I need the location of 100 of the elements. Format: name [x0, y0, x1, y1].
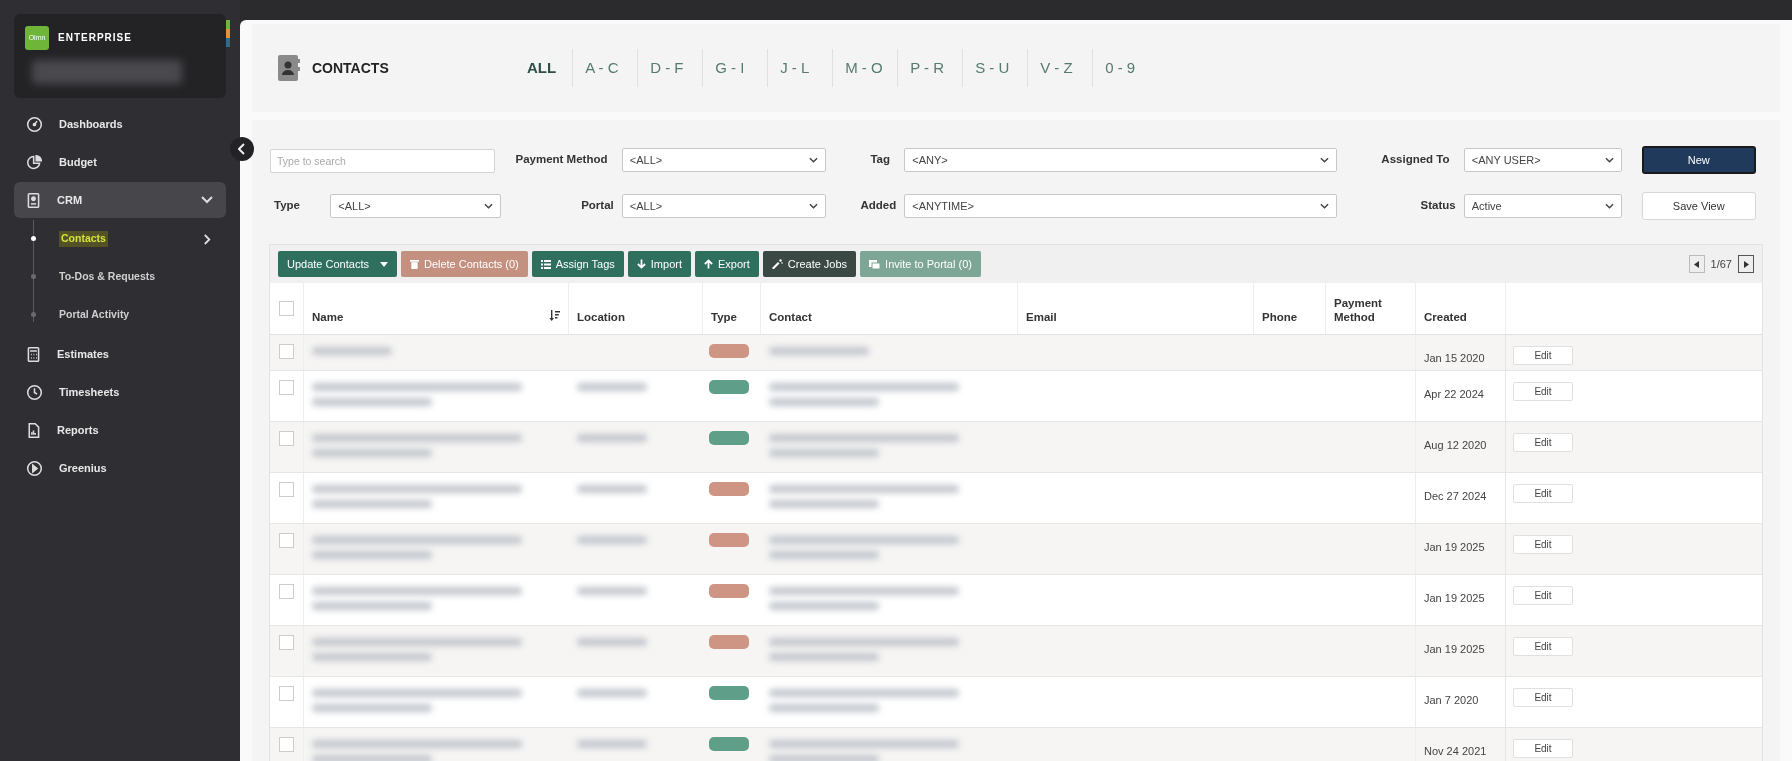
- field-label: Assigned To: [1380, 152, 1451, 168]
- play-icon: [26, 459, 43, 477]
- trash-icon: [409, 259, 419, 269]
- letter-tab[interactable]: M - O: [832, 49, 898, 87]
- field-label: Type: [273, 198, 301, 214]
- select-field[interactable]: <ALL>: [621, 194, 826, 218]
- column-header[interactable]: Phone: [1262, 310, 1317, 324]
- id-card-icon: [26, 191, 41, 209]
- toolbar-button[interactable]: Import: [627, 251, 691, 277]
- caret-icon: [379, 261, 388, 267]
- toolbar-button[interactable]: Update Contacts: [278, 251, 397, 277]
- nav-subitem[interactable]: Contacts: [59, 231, 108, 247]
- toolbar-button[interactable]: Assign Tags: [531, 251, 624, 277]
- blurred-text: [577, 536, 647, 544]
- nav-item[interactable]: Budget: [14, 144, 226, 180]
- letter-tab[interactable]: G - I: [702, 49, 768, 87]
- arrow-up-icon: [704, 259, 713, 269]
- clock-icon: [26, 383, 43, 401]
- edit-button[interactable]: Edit: [1513, 739, 1573, 758]
- search-field[interactable]: Type to search: [270, 148, 495, 173]
- blurred-text: [577, 587, 647, 595]
- created-date: Jan 7 2020: [1424, 694, 1479, 706]
- nav-item[interactable]: Estimates: [14, 336, 226, 372]
- checkbox[interactable]: [279, 301, 294, 316]
- letter-tab[interactable]: P - R: [897, 49, 963, 87]
- blurred-text: [577, 383, 647, 391]
- column-header[interactable]: Name: [312, 310, 549, 324]
- letter-tab[interactable]: A - C: [572, 49, 638, 87]
- letter-tab[interactable]: J - L: [767, 49, 833, 87]
- column-header[interactable]: Type: [711, 310, 752, 324]
- select-field[interactable]: Active: [1463, 194, 1622, 218]
- checkbox[interactable]: [279, 380, 294, 395]
- blurred-text: [577, 638, 647, 646]
- checkbox[interactable]: [279, 431, 294, 446]
- nav-item[interactable]: Dashboards: [14, 106, 226, 142]
- checkbox[interactable]: [279, 344, 294, 359]
- field-label: Payment Method: [514, 152, 609, 168]
- checkbox[interactable]: [279, 686, 294, 701]
- sort-icon: [549, 310, 560, 321]
- edit-button[interactable]: Edit: [1513, 637, 1573, 656]
- column-header[interactable]: Email: [1026, 310, 1245, 324]
- previous-page-button[interactable]: [1688, 255, 1705, 273]
- column-header[interactable]: Contact: [769, 310, 1009, 324]
- checkbox[interactable]: [279, 482, 294, 497]
- select-field[interactable]: <ANYTIME>: [904, 194, 1338, 218]
- triangle-right-icon: [1743, 260, 1749, 268]
- created-date: Dec 27 2024: [1424, 490, 1487, 502]
- save-view-button[interactable]: Save View: [1641, 192, 1756, 220]
- toolbar-button[interactable]: Create Jobs: [762, 251, 857, 277]
- chevron-down-icon: [1604, 157, 1614, 163]
- next-page-button[interactable]: [1738, 255, 1754, 273]
- field-label: Added: [859, 198, 898, 214]
- edit-button[interactable]: Edit: [1513, 586, 1573, 605]
- checkbox[interactable]: [279, 635, 294, 650]
- edit-button[interactable]: Edit: [1513, 688, 1573, 707]
- nav-subitem[interactable]: To-Dos & Requests: [59, 269, 156, 285]
- nav-subitem[interactable]: Portal Activity: [59, 307, 130, 323]
- nav-item[interactable]: Timesheets: [14, 374, 226, 410]
- checkbox[interactable]: [279, 737, 294, 752]
- chevron-left-icon: [238, 143, 246, 155]
- brand-title: ENTERPRISE: [58, 31, 132, 45]
- edit-button[interactable]: Edit: [1513, 382, 1573, 401]
- edit-button[interactable]: Edit: [1513, 484, 1573, 503]
- blurred-text: [577, 689, 647, 697]
- letter-tab[interactable]: ALL: [515, 49, 573, 87]
- letter-tab[interactable]: S - U: [962, 49, 1028, 87]
- toolbar-button[interactable]: Export: [695, 251, 759, 277]
- calculator-icon: [26, 345, 41, 363]
- letter-tab[interactable]: D - F: [637, 49, 703, 87]
- checkbox[interactable]: [279, 533, 294, 548]
- document-icon: [26, 421, 41, 439]
- chevron-down-icon: [1604, 203, 1614, 209]
- select-field[interactable]: <ALL>: [621, 148, 826, 172]
- new-button[interactable]: New: [1641, 146, 1756, 174]
- created-date: Jan 15 2020: [1424, 352, 1485, 364]
- created-date: Jan 19 2025: [1424, 643, 1485, 655]
- column-header[interactable]: Location: [577, 310, 694, 324]
- cards-icon: [869, 259, 881, 269]
- select-field[interactable]: <ALL>: [330, 194, 502, 218]
- letter-tab[interactable]: 0 - 9: [1092, 49, 1158, 87]
- arrow-down-icon: [636, 259, 646, 269]
- created-date: Aug 12 2020: [1424, 439, 1487, 451]
- select-field[interactable]: <ANY USER>: [1463, 148, 1622, 172]
- nav-item[interactable]: Greenius: [14, 450, 226, 486]
- column-header[interactable]: Payment Method: [1334, 296, 1407, 324]
- created-date: Nov 24 2021: [1424, 745, 1487, 757]
- nav-item[interactable]: Reports: [14, 412, 226, 448]
- nav-item[interactable]: CRM: [14, 182, 226, 218]
- select-field[interactable]: <ANY>: [904, 148, 1338, 172]
- created-date: Apr 22 2024: [1424, 388, 1484, 400]
- edit-button[interactable]: Edit: [1513, 535, 1573, 554]
- letter-tab[interactable]: V - Z: [1027, 49, 1093, 87]
- created-date: Jan 19 2025: [1424, 541, 1485, 553]
- edit-button[interactable]: Edit: [1513, 346, 1573, 365]
- column-header[interactable]: Created: [1424, 310, 1497, 324]
- checkbox[interactable]: [279, 584, 294, 599]
- chevron-down-icon: [808, 203, 818, 209]
- collapse-button[interactable]: [230, 137, 254, 161]
- triangle-left-icon: [1694, 260, 1700, 268]
- edit-button[interactable]: Edit: [1513, 433, 1573, 452]
